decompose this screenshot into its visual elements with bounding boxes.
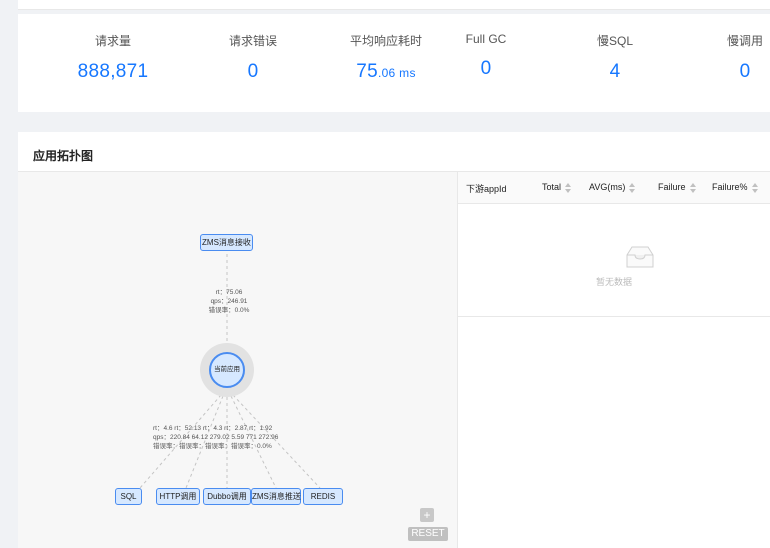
topology-header: 应用拓扑图 [18, 132, 770, 172]
node-zms-push[interactable]: ZMS消息推送 [251, 488, 301, 505]
metric-value: 888,871 [77, 61, 149, 82]
metric-label: 慢SQL [596, 34, 633, 48]
empty-inbox-icon [626, 246, 654, 268]
node-zms-receive[interactable]: ZMS消息接收 [200, 234, 253, 251]
topology-graph[interactable]: ZMS消息接收 rt：75.06 qps：246.91 错误率：0.0% 当前应… [18, 172, 458, 548]
downstream-edge-labels: rt：4.6 rt：52.13 rt：4.3 rt：2.87 rt：1.92 q… [153, 425, 279, 450]
table-empty-state: 暂无数据 [458, 205, 770, 317]
upstream-edge-label: rt：75.06 qps：246.91 错误率：0.0% [208, 289, 250, 314]
metric-full-gc[interactable]: Full GC 0 [416, 32, 556, 80]
column-header-total[interactable]: Total [542, 182, 572, 193]
node-http[interactable]: HTTP调用 [156, 488, 200, 505]
metric-value: 0 [480, 58, 492, 79]
metric-label: 慢调用 [726, 34, 763, 48]
node-redis[interactable]: REDIS [303, 488, 343, 505]
node-dubbo[interactable]: Dubbo调用 [203, 488, 251, 505]
metric-value: 0 [739, 61, 751, 82]
metric-label: 请求错误 [228, 34, 277, 48]
sort-icon[interactable] [689, 182, 696, 193]
metric-value: 4 [609, 61, 621, 82]
metrics-panel: 请求量 888,871 请求错误 0 平均响应耗时 75.06 ms Full … [18, 14, 770, 112]
sort-icon[interactable] [629, 182, 636, 193]
reset-button[interactable]: RESET [408, 527, 448, 541]
column-header-failure-pct[interactable]: Failure% [712, 182, 758, 193]
sort-icon[interactable] [565, 182, 572, 193]
column-header-avg[interactable]: AVG(ms) [589, 182, 636, 193]
metric-label: 请求量 [94, 34, 131, 48]
column-header-appid[interactable]: 下游appId [466, 182, 507, 195]
metric-value: 0 [247, 61, 259, 82]
metric-slow-call[interactable]: 慢调用 0 [675, 32, 770, 83]
sort-icon[interactable] [751, 182, 758, 193]
metric-label: Full GC [465, 32, 507, 46]
zoom-in-button[interactable]: + [420, 508, 434, 522]
metric-request-count[interactable]: 请求量 888,871 [43, 32, 183, 83]
top-strip [18, 0, 770, 10]
table-header: 下游appId Total AVG(ms) Failure Failure% [458, 172, 770, 204]
downstream-table: 下游appId Total AVG(ms) Failure Failure% 暂… [458, 172, 770, 548]
topology-title: 应用拓扑图 [33, 149, 94, 163]
node-sql[interactable]: SQL [115, 488, 142, 505]
metric-request-errors[interactable]: 请求错误 0 [183, 32, 323, 83]
empty-text: 暂无数据 [595, 277, 632, 287]
column-header-failure[interactable]: Failure [658, 182, 696, 193]
metric-slow-sql[interactable]: 慢SQL 4 [545, 32, 685, 83]
center-node[interactable]: 当前应用 [209, 352, 245, 388]
